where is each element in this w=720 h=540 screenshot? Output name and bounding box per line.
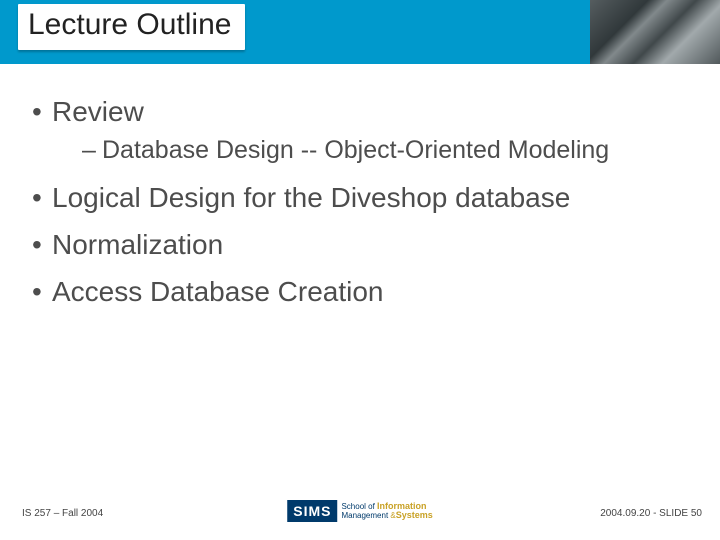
slide-content: Review Database Design -- Object-Oriente… (0, 64, 720, 309)
sub-bullet-item: Database Design -- Object-Oriented Model… (82, 135, 692, 166)
bullet-item: Logical Design for the Diveshop database (28, 180, 692, 215)
footer-right-text: 2004.09.20 - SLIDE 50 (600, 508, 702, 519)
bullet-text: Access Database Creation (52, 276, 384, 307)
sims-logo-text: School of Information Management &System… (341, 502, 432, 520)
logo-line: Management (341, 511, 390, 520)
header-decorative-image (590, 0, 720, 64)
slide-title: Lecture Outline (28, 8, 231, 41)
bullet-item: Review Database Design -- Object-Oriente… (28, 94, 692, 166)
footer-left-text: IS 257 – Fall 2004 (22, 508, 103, 519)
title-box: Lecture Outline (18, 4, 245, 50)
bullet-item: Access Database Creation (28, 274, 692, 309)
slide-footer: IS 257 – Fall 2004 SIMS School of Inform… (0, 498, 720, 528)
bullet-item: Normalization (28, 227, 692, 262)
slide-header: Lecture Outline (0, 0, 720, 64)
bullet-text: Normalization (52, 229, 223, 260)
sub-bullet-text: Database Design -- Object-Oriented Model… (102, 136, 609, 164)
logo-line: School of (341, 502, 377, 511)
sims-logo-block: SIMS (287, 500, 337, 522)
bullet-text: Review (52, 96, 144, 127)
footer-logo: SIMS School of Information Management &S… (287, 500, 433, 522)
logo-line: Systems (396, 510, 433, 520)
bullet-text: Logical Design for the Diveshop database (52, 182, 570, 213)
